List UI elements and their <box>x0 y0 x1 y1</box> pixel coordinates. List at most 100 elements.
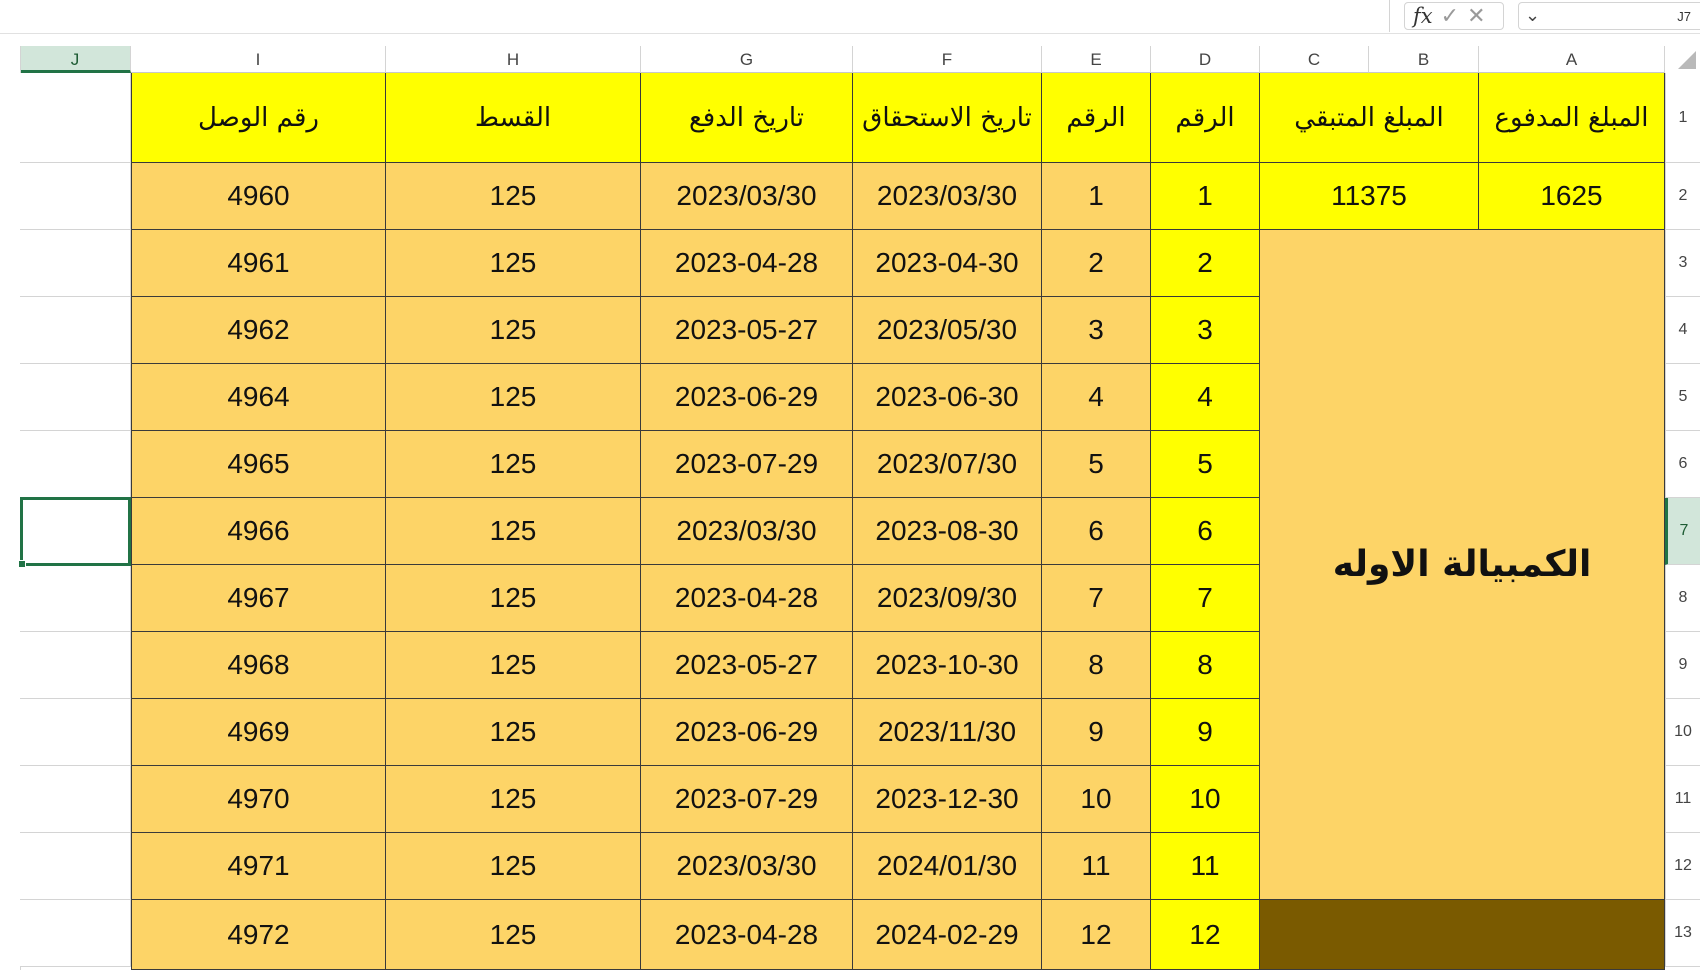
column-header-b[interactable]: B <box>1369 46 1479 73</box>
row-header-8[interactable]: 8 <box>1665 565 1700 632</box>
cell-j1[interactable] <box>20 73 131 163</box>
cell-d10[interactable]: 9 <box>1151 699 1260 766</box>
cell-e5[interactable]: 4 <box>1042 364 1151 431</box>
row-header-5[interactable]: 5 <box>1665 364 1700 431</box>
row-header-13[interactable]: 13 <box>1665 900 1700 967</box>
column-header-a[interactable]: A <box>1479 46 1665 73</box>
cell-f9[interactable]: 2023-10-30 <box>853 632 1042 699</box>
cell-j4[interactable] <box>20 297 131 364</box>
cell-h3[interactable]: 125 <box>386 230 641 297</box>
cell-h10[interactable]: 125 <box>386 699 641 766</box>
cell-f8[interactable]: 2023/09/30 <box>853 565 1042 632</box>
cell-f3[interactable]: 2023-04-30 <box>853 230 1042 297</box>
cell-e13[interactable]: 12 <box>1042 900 1151 970</box>
row-header-9[interactable]: 9 <box>1665 632 1700 699</box>
header-due-date[interactable]: تاريخ الاستحقاق <box>853 73 1042 163</box>
header-paid-amount[interactable]: المبلغ المدفوع <box>1479 73 1665 163</box>
cell-h9[interactable]: 125 <box>386 632 641 699</box>
cell-g3[interactable]: 2023-04-28 <box>641 230 853 297</box>
cell-g6[interactable]: 2023-07-29 <box>641 431 853 498</box>
cell-e8[interactable]: 7 <box>1042 565 1151 632</box>
row-header-11[interactable]: 11 <box>1665 766 1700 833</box>
header-remaining-amount[interactable]: المبلغ المتبقي <box>1260 73 1479 163</box>
row-header-6[interactable]: 6 <box>1665 431 1700 498</box>
cell-j6[interactable] <box>20 431 131 498</box>
cell-i11[interactable]: 4970 <box>131 766 386 833</box>
cell-i6[interactable]: 4965 <box>131 431 386 498</box>
cell-j9[interactable] <box>20 632 131 699</box>
cell-g5[interactable]: 2023-06-29 <box>641 364 853 431</box>
bill-title-merged-cell[interactable]: الكمبيالة الاوله <box>1260 230 1665 900</box>
cell-g12[interactable]: 2023/03/30 <box>641 833 853 900</box>
cell-j7[interactable] <box>20 498 131 565</box>
row-header-3[interactable]: 3 <box>1665 230 1700 297</box>
cell-f10[interactable]: 2023/11/30 <box>853 699 1042 766</box>
column-header-d[interactable]: D <box>1151 46 1260 73</box>
header-number-e[interactable]: الرقم <box>1042 73 1151 163</box>
cell-f5[interactable]: 2023-06-30 <box>853 364 1042 431</box>
insert-function-button[interactable]: fx <box>1413 4 1433 28</box>
header-number-d[interactable]: الرقم <box>1151 73 1260 163</box>
cell-d3[interactable]: 2 <box>1151 230 1260 297</box>
formula-input[interactable] <box>0 0 1390 32</box>
row-header-7[interactable]: 7 <box>1665 498 1700 565</box>
x-icon[interactable]: ✕ <box>1467 3 1485 29</box>
cell-e12[interactable]: 11 <box>1042 833 1151 900</box>
cell-i10[interactable]: 4969 <box>131 699 386 766</box>
cell-i3[interactable]: 4961 <box>131 230 386 297</box>
column-header-h[interactable]: H <box>386 46 641 73</box>
cell-d13[interactable]: 12 <box>1151 900 1260 970</box>
cell-g2[interactable]: 2023/03/30 <box>641 163 853 230</box>
column-header-j[interactable]: J <box>20 46 131 73</box>
column-header-i[interactable]: I <box>131 46 386 73</box>
cell-h13[interactable]: 125 <box>386 900 641 970</box>
cell-g7[interactable]: 2023/03/30 <box>641 498 853 565</box>
name-box[interactable]: ⌄ J7 <box>1518 2 1700 30</box>
cell-f2[interactable]: 2023/03/30 <box>853 163 1042 230</box>
cell-i8[interactable]: 4967 <box>131 565 386 632</box>
row-header-1[interactable]: 1 <box>1665 73 1700 163</box>
cell-g4[interactable]: 2023-05-27 <box>641 297 853 364</box>
cell-d8[interactable]: 7 <box>1151 565 1260 632</box>
cell-f7[interactable]: 2023-08-30 <box>853 498 1042 565</box>
cell-i9[interactable]: 4968 <box>131 632 386 699</box>
cell-d5[interactable]: 4 <box>1151 364 1260 431</box>
cell-f4[interactable]: 2023/05/30 <box>853 297 1042 364</box>
select-all-button[interactable] <box>1665 46 1700 74</box>
cell-g10[interactable]: 2023-06-29 <box>641 699 853 766</box>
cell-d7[interactable]: 6 <box>1151 498 1260 565</box>
cell-g11[interactable]: 2023-07-29 <box>641 766 853 833</box>
cell-g13[interactable]: 2023-04-28 <box>641 900 853 970</box>
cell-h12[interactable]: 125 <box>386 833 641 900</box>
row-header-2[interactable]: 2 <box>1665 163 1700 230</box>
header-payment-date[interactable]: تاريخ الدفع <box>641 73 853 163</box>
cell-g9[interactable]: 2023-05-27 <box>641 632 853 699</box>
row-header-12[interactable]: 12 <box>1665 833 1700 900</box>
cell-i5[interactable]: 4964 <box>131 364 386 431</box>
cell-i4[interactable]: 4962 <box>131 297 386 364</box>
cell-h6[interactable]: 125 <box>386 431 641 498</box>
cell-d2[interactable]: 1 <box>1151 163 1260 230</box>
cell-e3[interactable]: 2 <box>1042 230 1151 297</box>
paid-amount-value[interactable]: 1625 <box>1479 163 1665 230</box>
cell-e9[interactable]: 8 <box>1042 632 1151 699</box>
column-header-c[interactable]: C <box>1260 46 1369 73</box>
cell-j8[interactable] <box>20 565 131 632</box>
check-icon[interactable]: ✓ <box>1441 3 1459 29</box>
cell-f12[interactable]: 2024/01/30 <box>853 833 1042 900</box>
cell-e2[interactable]: 1 <box>1042 163 1151 230</box>
cell-h7[interactable]: 125 <box>386 498 641 565</box>
cell-j2[interactable] <box>20 163 131 230</box>
cell-g8[interactable]: 2023-04-28 <box>641 565 853 632</box>
cell-d12[interactable]: 11 <box>1151 833 1260 900</box>
chevron-down-icon[interactable]: ⌄ <box>1525 5 1540 26</box>
cell-f6[interactable]: 2023/07/30 <box>853 431 1042 498</box>
cell-e4[interactable]: 3 <box>1042 297 1151 364</box>
cell-j13[interactable] <box>20 900 131 967</box>
cell-h2[interactable]: 125 <box>386 163 641 230</box>
cell-j10[interactable] <box>20 699 131 766</box>
column-header-e[interactable]: E <box>1042 46 1151 73</box>
row-header-10[interactable]: 10 <box>1665 699 1700 766</box>
cell-j12[interactable] <box>20 833 131 900</box>
row-header-4[interactable]: 4 <box>1665 297 1700 364</box>
